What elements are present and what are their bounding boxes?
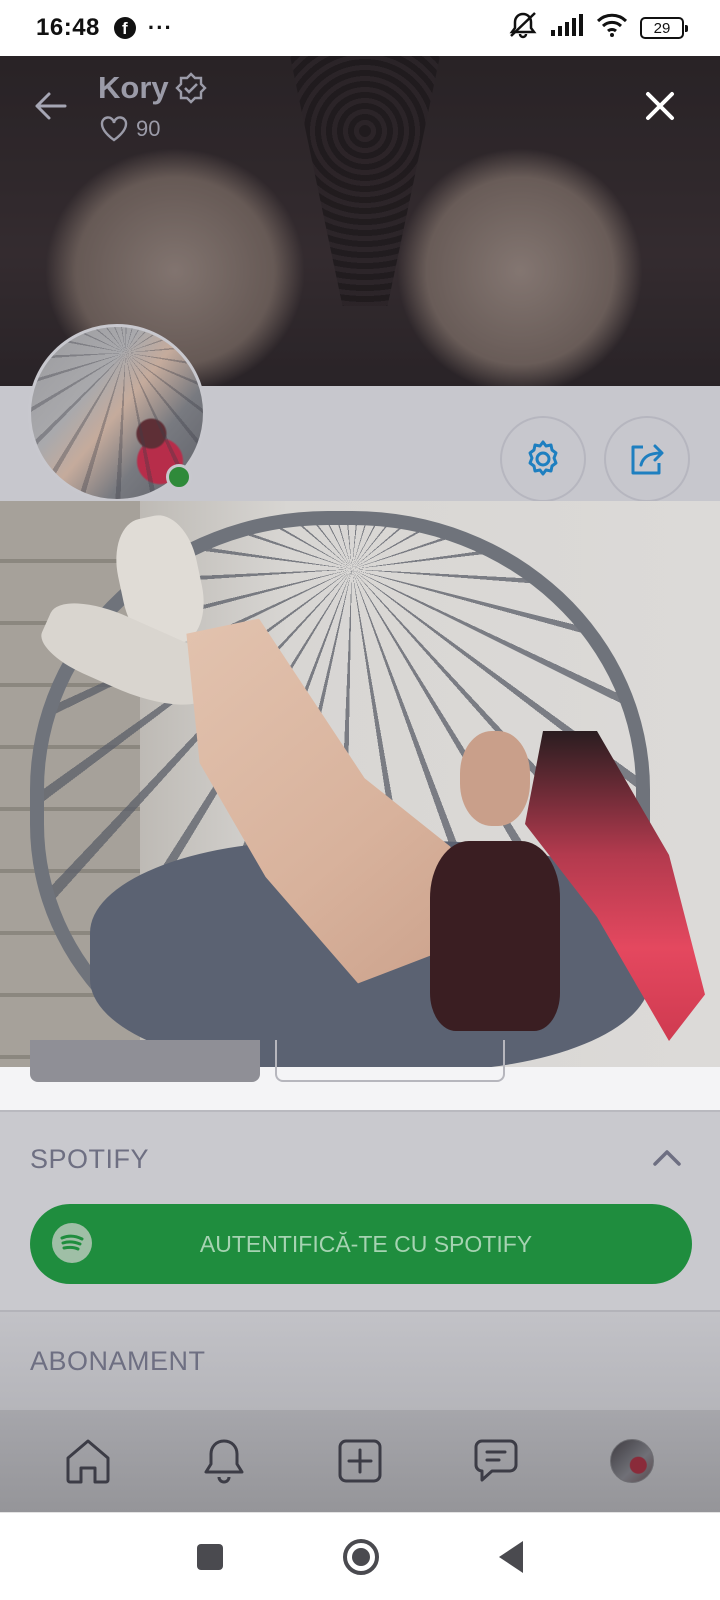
- status-time: 16:48: [36, 14, 100, 41]
- nav-notifications[interactable]: [194, 1431, 254, 1491]
- signal-icon: [550, 13, 584, 44]
- nav-profile[interactable]: [602, 1431, 662, 1491]
- collapse-button[interactable]: [650, 1142, 684, 1172]
- spotify-icon: [52, 1223, 92, 1263]
- arrow-left-icon: [35, 92, 67, 120]
- recents-button[interactable]: [197, 1543, 223, 1570]
- subscription-title: ABONAMENT: [30, 1346, 206, 1376]
- more-icon: ···: [147, 15, 173, 40]
- likes-count: 90: [136, 116, 161, 141]
- online-status-dot: [166, 464, 192, 490]
- share-icon: [631, 444, 664, 475]
- chat-icon: [474, 1439, 518, 1482]
- facebook-icon: f: [113, 17, 136, 39]
- spotify-title: SPOTIFY: [30, 1144, 150, 1174]
- mute-icon: [508, 11, 538, 46]
- home-button[interactable]: [343, 1538, 379, 1575]
- bell-icon: [204, 1439, 244, 1484]
- avatar: [610, 1439, 654, 1483]
- spotify-login-label: AUTENTIFICĂ-TE CU SPOTIFY: [199, 1230, 533, 1257]
- close-icon: [646, 92, 674, 120]
- hidden-action-button-2[interactable]: [275, 1040, 505, 1082]
- status-bar: 16:48 f ··· 29: [0, 0, 720, 56]
- spotify-section: SPOTIFY AUTENTIFICĂ-TE CU SPOTIFY: [0, 1110, 720, 1310]
- subscription-section[interactable]: ABONAMENT: [0, 1310, 720, 1410]
- back-system-button[interactable]: [499, 1540, 523, 1573]
- bottom-navigation: [0, 1410, 720, 1512]
- profile-name-row: Kory: [98, 70, 207, 106]
- wifi-icon: [596, 13, 628, 44]
- profile-name: Kory: [98, 70, 169, 105]
- system-navigation-bar: [0, 1512, 720, 1600]
- close-button[interactable]: [640, 86, 680, 126]
- chevron-up-icon: [653, 1150, 681, 1166]
- expanded-profile-photo[interactable]: [0, 501, 720, 1067]
- nav-create[interactable]: [330, 1431, 390, 1491]
- nav-home[interactable]: [58, 1431, 118, 1491]
- heart-icon: [100, 116, 128, 142]
- gear-icon: [528, 440, 558, 476]
- profile-screen: 16:48 f ··· 29 Kory 90 SPOTIFY AUTENTIFI…: [0, 0, 720, 1600]
- share-button[interactable]: [604, 416, 690, 502]
- nav-messages[interactable]: [466, 1431, 526, 1491]
- spotify-login-button[interactable]: AUTENTIFICĂ-TE CU SPOTIFY: [30, 1204, 692, 1284]
- likes-row: 90: [100, 116, 160, 142]
- home-icon: [66, 1439, 110, 1484]
- settings-button[interactable]: [500, 416, 586, 502]
- verified-icon: [174, 72, 207, 104]
- add-icon: [338, 1439, 382, 1483]
- battery-icon: 29: [640, 17, 688, 39]
- hidden-action-button-1[interactable]: [30, 1040, 260, 1082]
- status-icons: 29: [508, 11, 688, 46]
- back-button[interactable]: [30, 86, 70, 126]
